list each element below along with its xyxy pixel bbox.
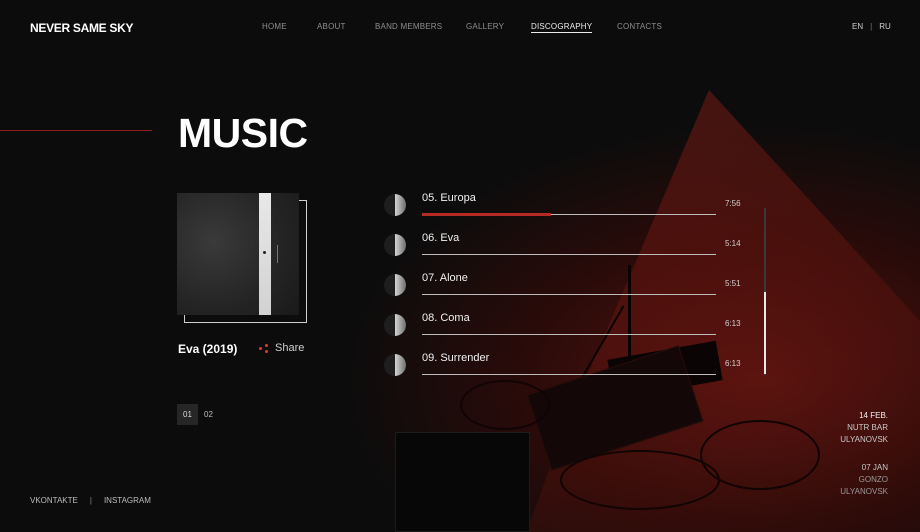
instagram-link[interactable]: INSTAGRAM <box>104 496 151 505</box>
play-disc-icon[interactable] <box>384 354 406 376</box>
track-duration: 5:51 <box>725 279 741 288</box>
cable <box>460 380 550 430</box>
track-duration: 6:13 <box>725 319 741 328</box>
event-date: 14 FEB. <box>859 411 888 420</box>
event-venue: GONZO <box>858 475 888 484</box>
nav-about[interactable]: ABOUT <box>317 22 346 31</box>
page-button-01[interactable]: 01 <box>177 404 198 425</box>
event-item[interactable]: 07 JAN GONZO ULYANOVSK <box>840 462 888 498</box>
lang-en[interactable]: EN <box>852 22 863 31</box>
share-button[interactable]: Share <box>259 342 304 354</box>
nav-discography[interactable]: DISCOGRAPHY <box>531 22 593 33</box>
track-duration: 7:56 <box>725 199 741 208</box>
social-divider: | <box>89 496 92 505</box>
track-progress-bar[interactable] <box>422 213 551 216</box>
event-city: ULYANOVSK <box>840 435 888 444</box>
cover-dot <box>263 251 266 254</box>
lang-divider: | <box>870 22 873 31</box>
track-row[interactable]: 05. Europa 7:56 <box>384 190 741 218</box>
social-links: VKONTAKTE | INSTAGRAM <box>30 496 151 505</box>
language-switcher: EN | RU <box>852 22 891 31</box>
cover-stripe <box>259 193 271 315</box>
event-venue: NUTR BAR <box>847 423 888 432</box>
page-title: MUSIC <box>178 110 308 156</box>
track-line <box>422 254 716 255</box>
event-item[interactable]: 14 FEB. NUTR BAR ULYANOVSK <box>840 410 888 446</box>
events-list: 14 FEB. NUTR BAR ULYANOVSK 07 JAN GONZO … <box>840 410 888 514</box>
play-disc-icon[interactable] <box>384 194 406 216</box>
track-duration: 5:14 <box>725 239 741 248</box>
title-accent-line <box>0 130 152 131</box>
track-row[interactable]: 07. Alone 5:51 <box>384 270 741 298</box>
track-line <box>422 294 716 295</box>
event-date: 07 JAN <box>861 463 888 472</box>
track-line <box>422 374 716 375</box>
track-name: 06. Eva <box>422 232 460 244</box>
cable <box>560 450 720 510</box>
page-button-02[interactable]: 02 <box>198 404 219 425</box>
nav-contacts[interactable]: CONTACTS <box>617 22 662 31</box>
track-name: 07. Alone <box>422 272 468 284</box>
album-pager: 01 02 <box>177 404 219 425</box>
track-row[interactable]: 06. Eva 5:14 <box>384 230 741 258</box>
cover-text-block <box>277 245 295 263</box>
vkontakte-link[interactable]: VKONTAKTE <box>30 496 78 505</box>
play-disc-icon[interactable] <box>384 234 406 256</box>
tracklist-scroll-thumb[interactable] <box>764 292 766 374</box>
play-disc-icon[interactable] <box>384 274 406 296</box>
nav-band-members[interactable]: BAND MEMBERS <box>375 22 442 31</box>
track-line <box>422 334 716 335</box>
track-row[interactable]: 08. Coma 6:13 <box>384 310 741 338</box>
album-cover[interactable] <box>177 193 299 315</box>
concert-background <box>0 0 920 532</box>
play-disc-icon[interactable] <box>384 314 406 336</box>
nav-gallery[interactable]: GALLERY <box>466 22 504 31</box>
track-name: 08. Coma <box>422 312 470 324</box>
album-title: Eva (2019) <box>178 342 238 356</box>
amplifier <box>395 432 530 532</box>
track-name: 09. Surrender <box>422 352 490 364</box>
main-nav: HOME ABOUT BAND MEMBERS GALLERY DISCOGRA… <box>0 22 920 34</box>
track-duration: 6:13 <box>725 359 741 368</box>
share-icon <box>259 343 268 353</box>
share-label: Share <box>275 342 305 354</box>
event-city: ULYANOVSK <box>840 487 888 496</box>
track-name: 05. Europa <box>422 192 476 204</box>
track-row[interactable]: 09. Surrender 6:13 <box>384 350 741 378</box>
lang-ru[interactable]: RU <box>879 22 891 31</box>
nav-home[interactable]: HOME <box>262 22 287 31</box>
